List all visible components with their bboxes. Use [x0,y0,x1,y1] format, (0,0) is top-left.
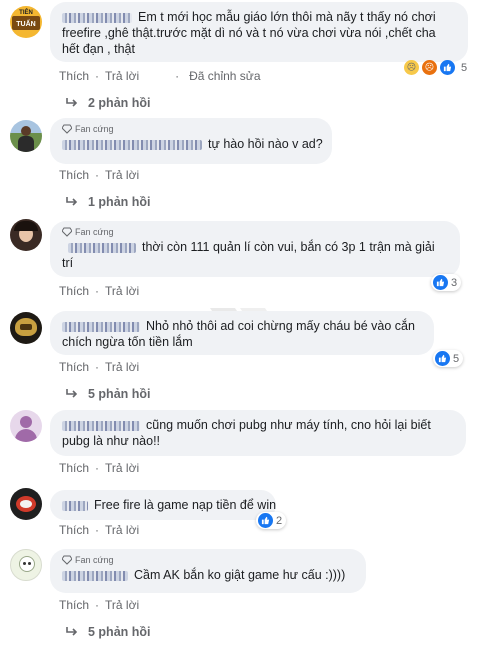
comment-text: chích ngừa tốn tiền lắm [62,335,193,349]
like-link[interactable]: Thích [59,461,89,475]
comment-text: tự hào hồi nào v ad? [208,137,323,151]
comment-bubble: Nhỏ nhỏ thôi ad coi chừng mấy cháu bé và… [50,311,434,355]
reaction-count: 5 [461,61,468,74]
like-icon [440,60,455,75]
separator: · [95,598,100,612]
comment-text: Free fire là game nạp tiền để win [94,498,277,512]
avatar-text: TIÊN [19,10,33,16]
separator: · [95,168,100,182]
blurred-name [68,242,136,253]
comment-text: Cầm AK bắn ko giật game hư cấu :)))) [134,568,346,582]
like-icon [258,513,273,528]
sad-icon: ☹ [404,60,419,75]
blurred-name [62,500,88,511]
badge-label: Fan cứng [75,227,114,237]
like-link[interactable]: Thích [59,360,89,374]
avatar[interactable] [10,219,42,251]
comment-bubble: Fan cứng thời còn 111 quản lí còn vui, b… [50,221,460,277]
reaction-summary[interactable]: 3 [431,274,462,291]
top-fan-badge-icon [62,227,72,237]
comment-bubble: Fan cứng tự hào hồi nào v ad? [50,118,332,164]
blurred-name [62,570,128,581]
comment-actions: Thích · Trả lời [59,360,139,374]
like-link[interactable]: Thích [59,523,89,537]
like-link[interactable]: Thích [59,168,89,182]
top-fan-badge-icon [62,124,72,134]
replies-count: 5 phản hồi [88,625,151,639]
angry-icon: ☹ [422,60,437,75]
reply-link[interactable]: Trả lời [105,168,139,182]
separator: · [95,523,100,537]
badge-label: Fan cứng [75,124,114,134]
comment-text: pubg là như nào!! [62,434,161,448]
avatar[interactable] [10,120,42,152]
reply-link[interactable]: Trả lời [105,360,139,374]
reply-link[interactable]: Trả lời [105,284,139,298]
reaction-count: 5 [453,352,460,365]
reply-link[interactable]: Trả lời [105,598,139,612]
avatar[interactable] [10,549,42,581]
like-link[interactable]: Thích [59,284,89,298]
blurred-name [62,139,202,150]
separator: · [175,69,180,83]
view-replies-link[interactable]: 2 phản hồi [66,96,151,110]
comment-text: Em t mới học mẫu giáo lớn thôi mà nãy t … [138,10,436,24]
top-fan-badge-icon [62,555,72,565]
avatar-text: TUẤN [16,21,36,28]
reaction-summary[interactable]: 5 [433,350,464,367]
view-replies-link[interactable]: 5 phản hồi [66,387,151,401]
separator: · [95,461,100,475]
reaction-count: 3 [451,276,458,289]
like-icon [435,351,450,366]
blurred-name [62,321,140,332]
reply-arrow-icon [66,627,78,636]
replies-count: 2 phản hồi [88,96,151,110]
avatar[interactable] [10,410,42,442]
comment-actions: Thích · Trả lời [59,284,139,298]
comment-text: thời còn 111 quản lí còn vui, bắn có 3p … [142,240,435,254]
blurred-name [62,420,140,431]
edited-label: Đã chỉnh sửa [189,69,261,83]
reply-link[interactable]: Trả lời [105,523,139,537]
reaction-summary[interactable]: ☹ ☹ 5 [404,60,467,75]
comment-text: freefire ,ghê thật.trước mặt dì nó và t … [62,26,436,40]
comment-actions: Thích · Trả lời [59,523,139,537]
reply-arrow-icon [66,389,78,398]
separator: · [95,360,100,374]
replies-count: 1 phản hồi [88,195,151,209]
avatar[interactable]: TIÊN TUẤN [10,6,42,38]
separator: · [95,69,100,83]
comment-text: trí [62,256,74,270]
blurred-name [62,12,132,23]
comment-actions: Thích · Trả lời [59,461,139,475]
comment-bubble: Free fire là game nạp tiền để win [50,490,276,520]
separator: · [95,284,100,298]
reaction-summary[interactable]: 2 [256,512,287,529]
avatar[interactable] [10,488,42,520]
like-link[interactable]: Thích [59,69,89,83]
view-replies-link[interactable]: 1 phản hồi [66,195,151,209]
comment-bubble: Em t mới học mẫu giáo lớn thôi mà nãy t … [50,2,468,62]
comment-actions: Thích · Trả lời [59,598,139,612]
avatar[interactable] [10,312,42,344]
reply-link[interactable]: Trả lời [105,461,139,475]
comment-text: Nhỏ nhỏ thôi ad coi chừng mấy cháu bé và… [146,319,415,333]
comment-text: cũng muốn chơi pubg như máy tính, cno hỏ… [146,418,431,432]
reply-link[interactable]: Trả lời [105,69,139,83]
like-link[interactable]: Thích [59,598,89,612]
comment-text: hết đạn , thật [62,42,135,56]
comment-actions: Thích · Trả lời [59,168,139,182]
comment-bubble: cũng muốn chơi pubg như máy tính, cno hỏ… [50,410,466,456]
like-icon [433,275,448,290]
comment-actions: Thích · Trả lời · Đã chỉnh sửa [59,69,261,83]
view-replies-link[interactable]: 5 phản hồi [66,625,151,639]
reaction-count: 2 [276,514,283,527]
comment-bubble: Fan cứng Cầm AK bắn ko giật game hư cấu … [50,549,366,593]
reply-arrow-icon [66,98,78,107]
replies-count: 5 phản hồi [88,387,151,401]
reply-arrow-icon [66,197,78,206]
badge-label: Fan cứng [75,555,114,565]
